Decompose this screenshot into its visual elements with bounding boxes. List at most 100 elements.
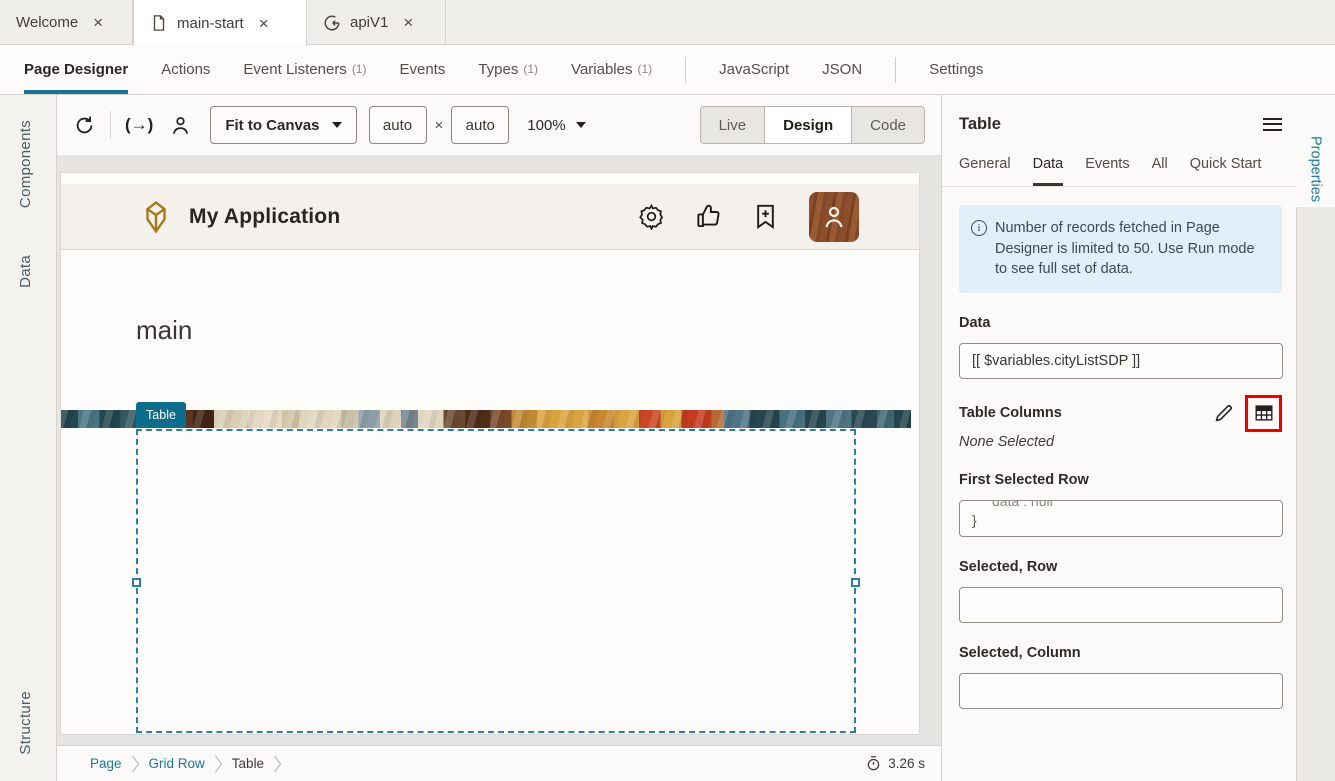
rail-tab-structure[interactable]: Structure — [17, 691, 34, 755]
nav-json[interactable]: JSON — [822, 45, 862, 94]
rail-tab-components[interactable]: Components — [17, 120, 34, 208]
designer-toolbar: (→) Fit to Canvas × 100% Live Design Cod… — [57, 95, 941, 155]
avatar[interactable] — [809, 192, 859, 242]
gear-icon[interactable] — [638, 203, 665, 230]
nav-count: (1) — [352, 62, 367, 76]
nav-label: Variables — [571, 61, 632, 78]
tab-events[interactable]: Events — [1085, 156, 1129, 186]
nav-events[interactable]: Events — [399, 45, 445, 94]
chevron-right-icon — [273, 755, 282, 773]
times-separator: × — [435, 117, 444, 134]
render-time-value: 3.26 s — [888, 756, 925, 771]
table-header-image[interactable] — [61, 410, 911, 428]
page-preview[interactable]: My Application main Table — [60, 172, 920, 735]
window-tab-bar: Welcome × main-start × apiV1 × — [0, 0, 1335, 45]
app-logo-icon — [139, 200, 173, 234]
tab-welcome[interactable]: Welcome × — [0, 0, 133, 45]
nav-label: JSON — [822, 61, 862, 78]
nav-label: Types — [478, 61, 518, 78]
chevron-right-icon — [131, 755, 140, 773]
bookmark-add-icon[interactable] — [752, 203, 779, 230]
canvas-height-input[interactable] — [451, 106, 509, 144]
nav-types[interactable]: Types (1) — [478, 45, 538, 94]
panel-title: Table — [959, 115, 1001, 134]
selection-outline[interactable] — [136, 429, 856, 733]
binding-mode-icon[interactable]: (→) — [125, 115, 153, 135]
close-icon[interactable]: × — [259, 15, 269, 32]
info-banner-text: Number of records fetched in Page Design… — [995, 218, 1268, 280]
data-expression-input[interactable] — [959, 343, 1283, 379]
module-nav: Page Designer Actions Event Listeners (1)… — [0, 45, 1335, 95]
tab-welcome-label: Welcome — [16, 14, 78, 31]
left-rail: Components Data Structure — [0, 95, 57, 781]
close-icon[interactable]: × — [93, 14, 103, 31]
design-canvas: My Application main Table — [57, 155, 941, 745]
refresh-icon[interactable] — [73, 114, 96, 137]
menu-icon[interactable] — [1263, 112, 1282, 136]
nav-count: (1) — [523, 62, 538, 76]
tab-all[interactable]: All — [1152, 156, 1168, 186]
tab-apiv1[interactable]: apiV1 × — [307, 0, 446, 45]
breadcrumb-table[interactable]: Table — [232, 756, 264, 771]
design-mode-button[interactable]: Design — [764, 106, 852, 144]
page-heading[interactable]: main — [136, 315, 192, 346]
tab-data[interactable]: Data — [1033, 156, 1064, 186]
selected-column-label: Selected, Column — [959, 645, 1282, 661]
nav-label: Events — [399, 61, 445, 78]
columns-none-selected: None Selected — [959, 434, 1282, 450]
nav-event-listeners[interactable]: Event Listeners (1) — [243, 45, 366, 94]
breadcrumb-grid-row[interactable]: Grid Row — [149, 756, 205, 771]
service-connection-icon — [323, 14, 341, 32]
nav-actions[interactable]: Actions — [161, 45, 210, 94]
component-badge[interactable]: Table — [136, 402, 186, 428]
tab-general[interactable]: General — [959, 156, 1011, 186]
manage-columns-table-icon[interactable] — [1253, 402, 1275, 424]
tab-quick-start[interactable]: Quick Start — [1190, 156, 1262, 186]
nav-variables[interactable]: Variables (1) — [571, 45, 652, 94]
selected-row-label: Selected, Row — [959, 559, 1282, 575]
toolbar-divider — [110, 111, 111, 139]
zoom-level-value: 100% — [527, 117, 565, 134]
selected-column-input[interactable] — [959, 673, 1283, 709]
resize-handle-left[interactable] — [132, 578, 141, 587]
nav-label: Settings — [929, 61, 983, 78]
first-selected-row-clipped-text: data : null — [960, 500, 1282, 511]
first-selected-row-text: } — [960, 511, 1282, 530]
nav-label: Event Listeners — [243, 61, 346, 78]
rail-tab-data[interactable]: Data — [17, 255, 34, 288]
thumbs-up-icon[interactable] — [695, 203, 722, 230]
resize-handle-right[interactable] — [851, 578, 860, 587]
live-mode-button[interactable]: Live — [700, 106, 766, 144]
nav-settings[interactable]: Settings — [929, 45, 983, 94]
chevron-right-icon — [214, 755, 223, 773]
edit-columns-pencil-icon[interactable] — [1213, 402, 1235, 424]
designer-center: (→) Fit to Canvas × 100% Live Design Cod… — [57, 95, 941, 781]
chevron-down-icon — [332, 122, 342, 128]
panel-tabs: General Data Events All Quick Start — [942, 156, 1296, 187]
nav-divider — [895, 57, 896, 83]
nav-page-designer[interactable]: Page Designer — [24, 45, 128, 94]
app-header-icons — [638, 192, 859, 242]
properties-panel: Table General Data Events All Quick Star… — [941, 95, 1296, 781]
app-title: My Application — [189, 205, 340, 229]
info-icon — [971, 220, 987, 236]
highlight-box — [1245, 395, 1282, 432]
right-rail: Properties — [1296, 95, 1335, 781]
breadcrumb: Page Grid Row Table 3.26 s — [57, 745, 941, 781]
document-icon — [150, 14, 168, 32]
fit-to-canvas-dropdown[interactable]: Fit to Canvas — [210, 106, 356, 144]
nav-count: (1) — [637, 62, 652, 76]
first-selected-row-input[interactable]: data : null } — [959, 500, 1283, 537]
chevron-down-icon — [576, 122, 586, 128]
person-icon — [819, 202, 849, 232]
selected-row-input[interactable] — [959, 587, 1283, 623]
nav-javascript[interactable]: JavaScript — [719, 45, 789, 94]
rail-tab-properties[interactable]: Properties — [1308, 136, 1324, 202]
canvas-width-input[interactable] — [369, 106, 427, 144]
close-icon[interactable]: × — [403, 14, 413, 31]
breadcrumb-page[interactable]: Page — [90, 756, 122, 771]
zoom-level-dropdown[interactable]: 100% — [527, 117, 585, 134]
tab-main-start[interactable]: main-start × — [133, 0, 307, 46]
user-persona-icon[interactable] — [169, 114, 192, 137]
code-mode-button[interactable]: Code — [851, 106, 925, 144]
